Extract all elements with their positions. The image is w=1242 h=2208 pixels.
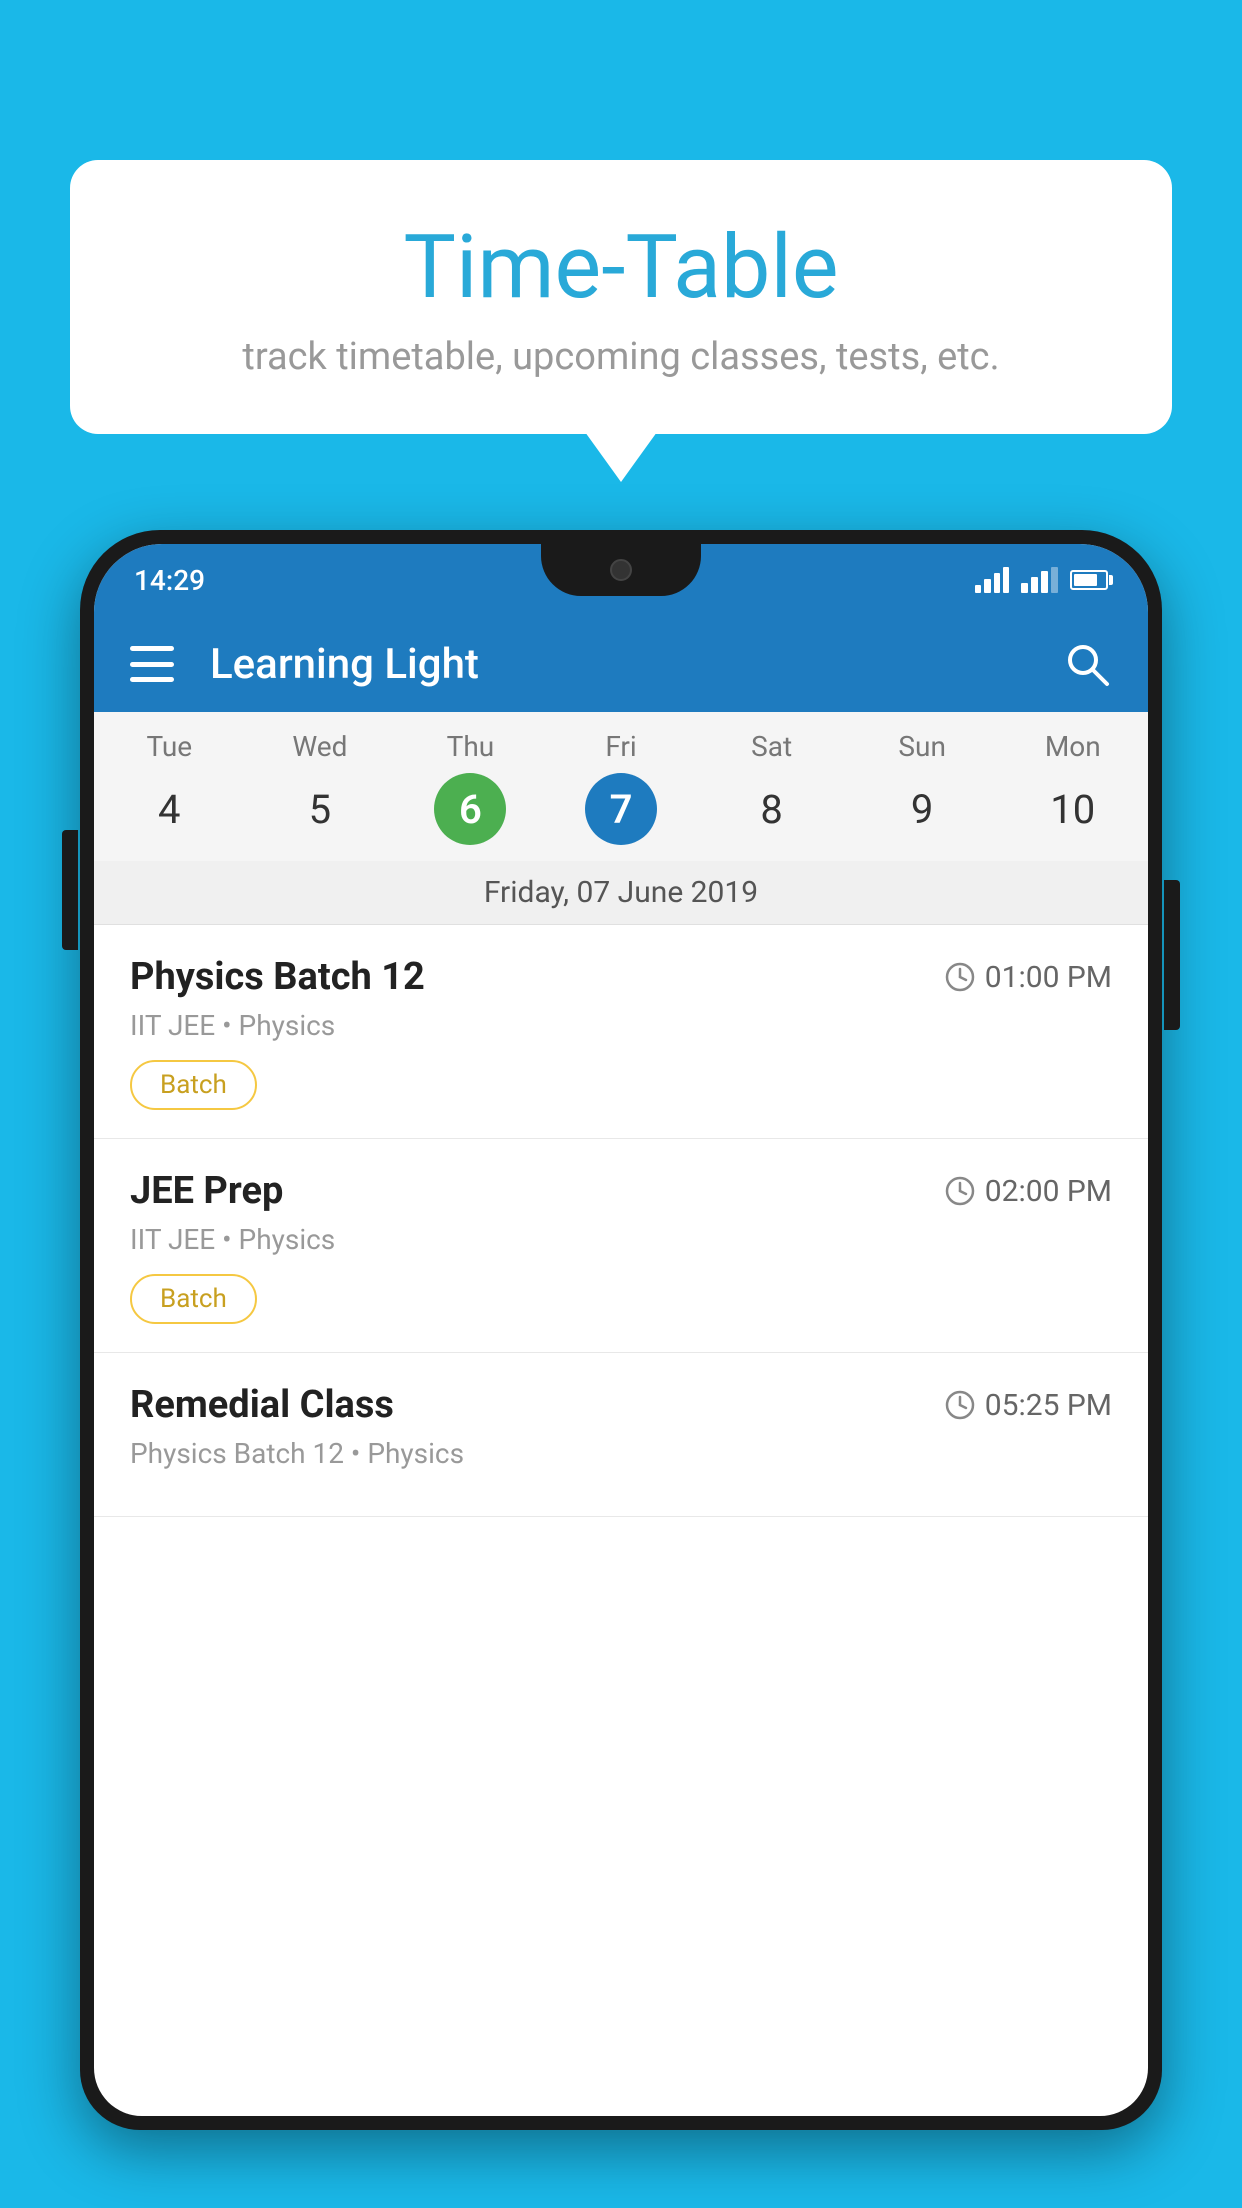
clock-icon — [945, 962, 975, 992]
selected-date-label: Friday, 07 June 2019 — [94, 861, 1148, 925]
day-name-label: Sun — [898, 730, 946, 763]
battery-icon — [1070, 570, 1108, 590]
app-title: Learning Light — [210, 640, 1062, 689]
schedule-item-subtitle: Physics Batch 12 • Physics — [130, 1437, 1112, 1470]
schedule-item[interactable]: JEE Prep 02:00 PM IIT JEE • Physics Batch — [94, 1139, 1148, 1353]
hamburger-menu-icon[interactable] — [130, 646, 174, 682]
schedule-item-time: 01:00 PM — [945, 960, 1112, 995]
day-number: 8 — [736, 773, 808, 845]
clock-icon — [945, 1390, 975, 1420]
speech-bubble: Time-Table track timetable, upcoming cla… — [70, 160, 1172, 434]
day-number: 9 — [886, 773, 958, 845]
battery-fill — [1074, 574, 1097, 586]
status-bar: 14:29 — [94, 544, 1148, 616]
schedule-item-header: Physics Batch 12 01:00 PM — [130, 955, 1112, 999]
notch — [541, 544, 701, 596]
phone-frame: 14:29 — [80, 530, 1162, 2208]
clock-icon — [945, 1176, 975, 1206]
camera — [610, 559, 632, 581]
wifi-icon — [975, 567, 1009, 593]
schedule-item-subtitle: IIT JEE • Physics — [130, 1223, 1112, 1256]
search-icon — [1063, 640, 1111, 688]
day-number: 7 — [585, 773, 657, 845]
day-name-label: Tue — [146, 730, 192, 763]
signal-icon — [1021, 567, 1058, 593]
day-number: 6 — [434, 773, 506, 845]
status-icons — [975, 567, 1108, 593]
calendar-day-thu[interactable]: Thu 6 — [395, 730, 546, 861]
schedule-item-title: Remedial Class — [130, 1383, 394, 1427]
day-name-label: Mon — [1045, 730, 1101, 763]
bubble-title: Time-Table — [130, 220, 1112, 317]
search-button[interactable] — [1062, 639, 1112, 689]
schedule-item[interactable]: Remedial Class 05:25 PM Physics Batch 12 •… — [94, 1353, 1148, 1517]
day-number: 4 — [133, 773, 205, 845]
calendar-day-fri[interactable]: Fri 7 — [546, 730, 697, 861]
day-number: 5 — [284, 773, 356, 845]
schedule-item-title: Physics Batch 12 — [130, 955, 425, 999]
menu-line — [130, 646, 174, 651]
day-name-label: Thu — [447, 730, 495, 763]
day-name-label: Fri — [605, 730, 636, 763]
app-bar: Learning Light — [94, 616, 1148, 712]
speech-bubble-container: Time-Table track timetable, upcoming cla… — [70, 160, 1172, 434]
bubble-subtitle: track timetable, upcoming classes, tests… — [130, 335, 1112, 379]
phone-screen: 14:29 — [94, 544, 1148, 2116]
calendar-day-wed[interactable]: Wed 5 — [245, 730, 396, 861]
schedule-item-header: Remedial Class 05:25 PM — [130, 1383, 1112, 1427]
schedule-item-header: JEE Prep 02:00 PM — [130, 1169, 1112, 1213]
status-time: 14:29 — [134, 564, 205, 597]
phone-outer: 14:29 — [80, 530, 1162, 2130]
day-name-label: Sat — [751, 730, 792, 763]
schedule-item-time: 02:00 PM — [945, 1174, 1112, 1209]
menu-line — [130, 677, 174, 682]
day-name-label: Wed — [292, 730, 347, 763]
schedule-item-time: 05:25 PM — [945, 1388, 1112, 1423]
day-number: 10 — [1037, 773, 1109, 845]
menu-line — [130, 662, 174, 667]
calendar-day-sun[interactable]: Sun 9 — [847, 730, 998, 861]
calendar-day-tue[interactable]: Tue 4 — [94, 730, 245, 861]
calendar-day-mon[interactable]: Mon 10 — [997, 730, 1148, 861]
batch-badge: Batch — [130, 1274, 257, 1324]
calendar-day-sat[interactable]: Sat 8 — [696, 730, 847, 861]
schedule-list: Physics Batch 12 01:00 PM IIT JEE • Physic… — [94, 925, 1148, 1517]
batch-badge: Batch — [130, 1060, 257, 1110]
schedule-item-subtitle: IIT JEE • Physics — [130, 1009, 1112, 1042]
schedule-item-title: JEE Prep — [130, 1169, 283, 1213]
schedule-item[interactable]: Physics Batch 12 01:00 PM IIT JEE • Physic… — [94, 925, 1148, 1139]
calendar-week-row: Tue 4 Wed 5 Thu 6 Fri 7 Sat 8 Sun 9 Mon 10 — [94, 712, 1148, 861]
